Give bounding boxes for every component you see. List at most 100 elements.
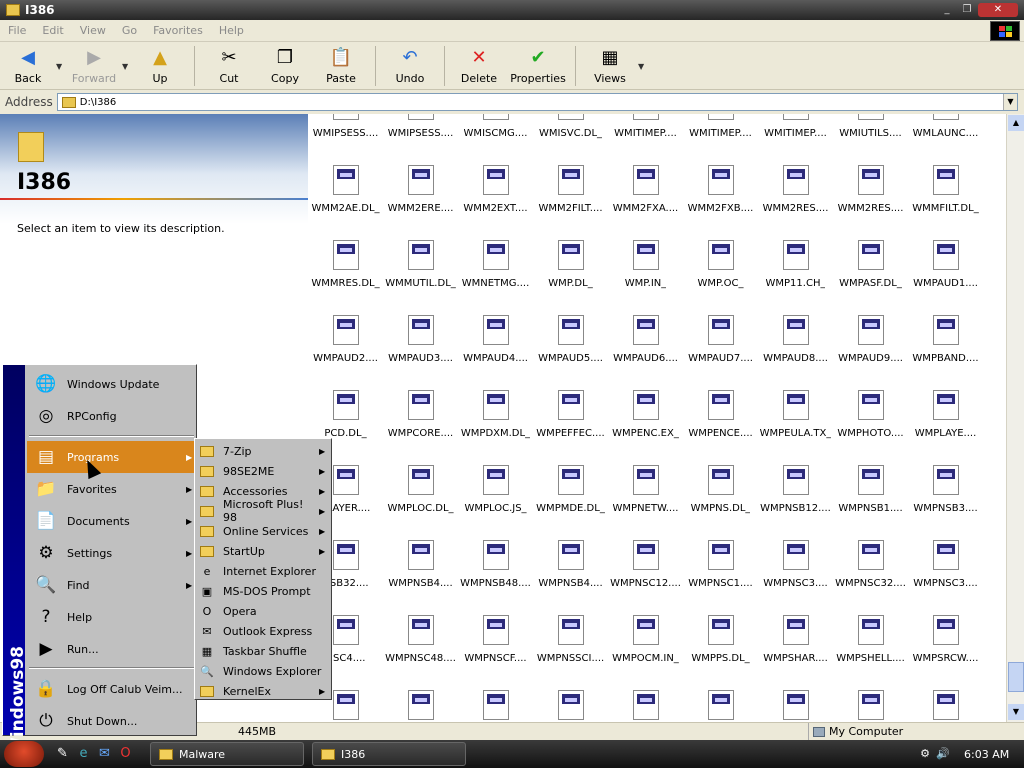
file-item[interactable]: WMPBAND.... [908,315,983,390]
file-item[interactable]: WMPSHAR.... [758,615,833,690]
start-menu-item-find[interactable]: 🔍 Find ▶ [27,569,196,601]
file-item[interactable]: WMPAUD8.... [758,315,833,390]
file-item[interactable]: WMPNSC3.... [908,540,983,615]
delete-button[interactable]: ✕ Delete [451,42,507,88]
file-item[interactable]: WMPNSCF.... [458,615,533,690]
file-item[interactable]: WMITIMEP.... [683,114,758,165]
file-item[interactable]: WMPNSB4.... [533,540,608,615]
file-item[interactable] [758,690,833,722]
cut-button[interactable]: ✂ Cut [201,42,257,88]
scroll-thumb[interactable] [1008,662,1024,692]
copy-button[interactable]: ❐ Copy [257,42,313,88]
file-item[interactable]: WMIPSESS.... [308,114,383,165]
file-item[interactable]: WMPAUD3.... [383,315,458,390]
file-item[interactable]: WMPNS.DL_ [683,465,758,540]
start-menu-item-favorites[interactable]: 📁 Favorites ▶ [27,473,196,505]
file-item[interactable] [458,690,533,722]
file-item[interactable]: WMPSHELL.... [833,615,908,690]
programs-item-98se2me[interactable]: 98SE2ME ▶ [197,461,329,481]
menu-go[interactable]: Go [114,24,145,37]
back-button[interactable]: ◀ Back [0,42,56,88]
menu-help[interactable]: Help [211,24,252,37]
maximize-button[interactable]: ❐ [958,3,976,17]
task-malware[interactable]: Malware [150,742,304,766]
start-menu-item-programs[interactable]: ▤ Programs ▶ [27,441,196,473]
file-item[interactable] [833,690,908,722]
file-item[interactable]: WMPNSB12.... [758,465,833,540]
file-item[interactable]: WMP11.CH_ [758,240,833,315]
volume-icon[interactable]: 🔊 [936,747,950,761]
file-item[interactable]: WMPNSC48.... [383,615,458,690]
programs-item-taskbar-shuffle[interactable]: ▦ Taskbar Shuffle [197,641,329,661]
file-item[interactable]: WMPAUD6.... [608,315,683,390]
file-item[interactable] [608,690,683,722]
file-item[interactable] [908,690,983,722]
start-menu-item-settings[interactable]: ⚙ Settings ▶ [27,537,196,569]
file-item[interactable]: WMPAUD4.... [458,315,533,390]
start-menu-item-rpconfig[interactable]: ◎ RPConfig [27,400,196,432]
file-item[interactable]: WMPAUD5.... [533,315,608,390]
title-bar[interactable]: I386 _ ❐ ✕ [0,0,1024,20]
file-item[interactable]: WMPPS.DL_ [683,615,758,690]
file-item[interactable] [383,690,458,722]
undo-button[interactable]: ↶ Undo [382,42,438,88]
file-item[interactable] [683,690,758,722]
file-item[interactable]: WMPAUD2.... [308,315,383,390]
file-item[interactable]: WMPNSC3.... [758,540,833,615]
paste-button[interactable]: 📋 Paste [313,42,369,88]
file-item[interactable]: WMPNETW.... [608,465,683,540]
menu-favorites[interactable]: Favorites [145,24,211,37]
file-item[interactable]: WMIPSESS.... [383,114,458,165]
close-button[interactable]: ✕ [978,3,1018,17]
network-icon[interactable]: ⚙ [918,747,932,761]
file-item[interactable]: WMP.DL_ [533,240,608,315]
file-item[interactable]: WMPEULA.TX_ [758,390,833,465]
address-dropdown-arrow-icon[interactable]: ▼ [1003,94,1017,110]
file-item[interactable]: WMPAUD7.... [683,315,758,390]
programs-item-outlook-express[interactable]: ✉ Outlook Express [197,621,329,641]
file-item[interactable]: WMPNSB3.... [908,465,983,540]
up-button[interactable]: ▲ Up [132,42,188,88]
start-menu-item-help[interactable]: ? Help [27,601,196,633]
back-dropdown-arrow-icon[interactable]: ▼ [56,42,66,71]
file-item[interactable]: WMLAUNC.... [908,114,983,165]
start-menu-item-windows-update[interactable]: 🌐 Windows Update [27,368,196,400]
file-item[interactable]: WMPNSC12.... [608,540,683,615]
file-item[interactable]: WMIUTILS.... [833,114,908,165]
file-item[interactable]: WMM2FILT.... [533,165,608,240]
file-item[interactable]: WMITIMEP.... [608,114,683,165]
file-item[interactable]: WMPNSB1.... [833,465,908,540]
file-item[interactable]: WMPDXM.DL_ [458,390,533,465]
start-menu-item-shut-down[interactable]: ⏻ Shut Down... [27,705,196,737]
programs-item-ms-dos-prompt[interactable]: ▣ MS-DOS Prompt [197,581,329,601]
file-item[interactable]: WMM2RES.... [758,165,833,240]
file-item[interactable]: WMPAUD1.... [908,240,983,315]
file-item[interactable]: WMPNSC1.... [683,540,758,615]
file-item[interactable]: WMPNSC32.... [833,540,908,615]
menu-file[interactable]: File [0,24,34,37]
programs-item-internet-explorer[interactable]: e Internet Explorer [197,561,329,581]
address-value[interactable]: D:\I386 [80,97,1003,108]
scroll-up-arrow-icon[interactable]: ▲ [1008,115,1024,131]
minimize-button[interactable]: _ [938,3,956,17]
file-item[interactable]: WMPENCE.... [683,390,758,465]
file-item[interactable]: WMPSRCW.... [908,615,983,690]
file-item[interactable]: WMPNSSCI.... [533,615,608,690]
file-item[interactable]: WMM2EXT.... [458,165,533,240]
file-item[interactable]: WMISCMG.... [458,114,533,165]
file-item[interactable]: WMPMDE.DL_ [533,465,608,540]
file-item[interactable]: WMM2AE.DL_ [308,165,383,240]
file-item[interactable]: WMPOCM.IN_ [608,615,683,690]
start-menu-item-documents[interactable]: 📄 Documents ▶ [27,505,196,537]
file-item[interactable]: WMMUTIL.DL_ [383,240,458,315]
programs-item-windows-explorer[interactable]: 🔍 Windows Explorer [197,661,329,681]
internet-explorer-icon[interactable]: e [75,746,92,762]
file-item[interactable]: WMPLOC.JS_ [458,465,533,540]
file-item[interactable]: WMP.IN_ [608,240,683,315]
programs-item-7-zip[interactable]: 7-Zip ▶ [197,441,329,461]
views-dropdown-arrow-icon[interactable]: ▼ [638,42,648,71]
task-i386[interactable]: I386 [312,742,466,766]
file-item[interactable]: WMPLAYE.... [908,390,983,465]
vertical-scrollbar[interactable]: ▲ ▼ [1006,114,1024,722]
start-menu-item-log-off-calub-veim[interactable]: 🔒 Log Off Calub Veim... [27,673,196,705]
